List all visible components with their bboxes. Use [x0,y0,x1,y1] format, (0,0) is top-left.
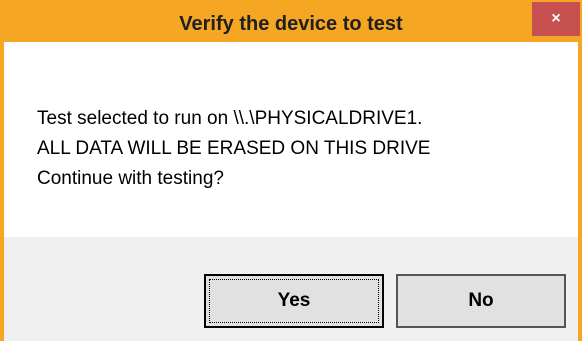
dialog-message: Test selected to run on \\.\PHYSICALDRIV… [37,104,430,194]
message-line-question: Continue with testing? [37,168,224,189]
close-icon[interactable]: × [532,2,580,36]
message-line-warning: ALL DATA WILL BE ERASED ON THIS DRIVE [37,138,431,159]
no-button[interactable]: No [396,274,566,328]
dialog-button-area: Yes No [4,237,578,341]
dialog-titlebar[interactable]: Verify the device to test × [4,2,580,42]
dialog-content: Test selected to run on \\.\PHYSICALDRIV… [4,42,578,237]
verify-device-dialog: Verify the device to test × Test selecte… [0,0,582,341]
dialog-title: Verify the device to test [179,13,403,35]
yes-button[interactable]: Yes [204,274,384,328]
message-line-drive: Test selected to run on \\.\PHYSICALDRIV… [37,108,423,129]
